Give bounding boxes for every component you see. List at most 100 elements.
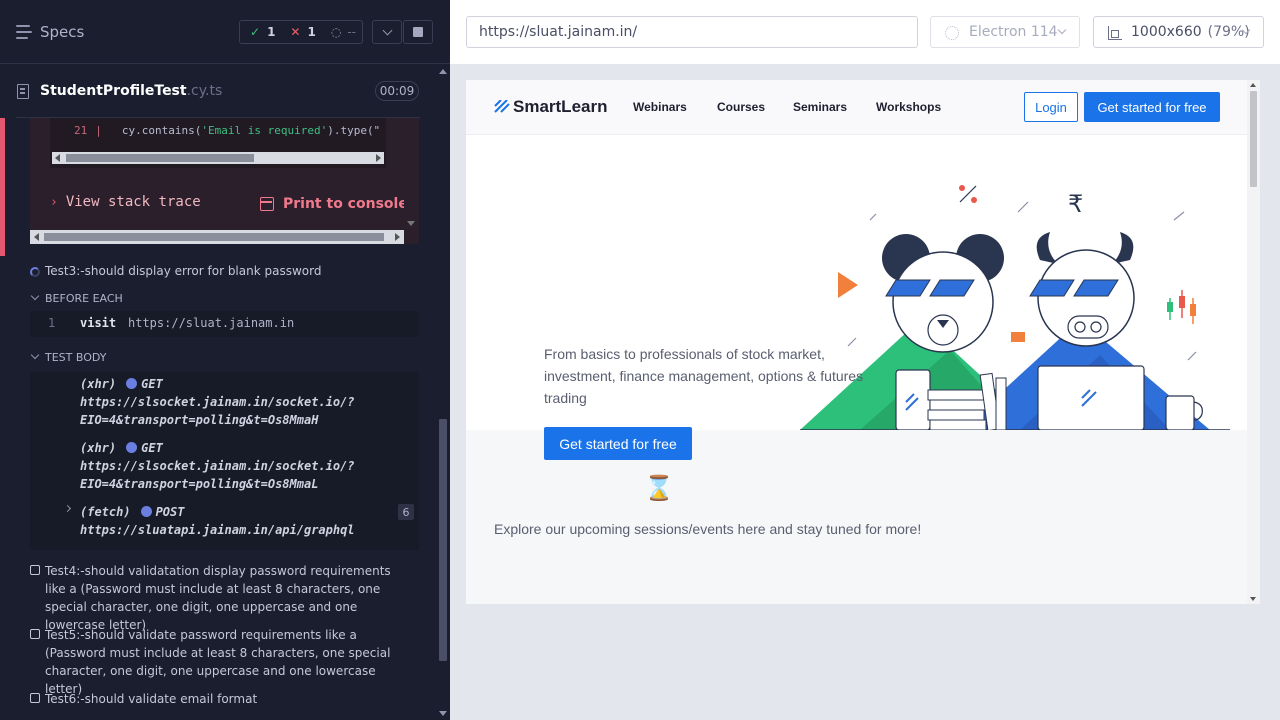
failed-test-indicator <box>0 118 5 256</box>
passed-count: 1 <box>267 25 276 39</box>
svg-text:₹: ₹ <box>1068 190 1083 218</box>
spec-file-name[interactable]: StudentProfileTest.cy.ts <box>40 83 222 99</box>
runner-scrollbar[interactable] <box>436 64 450 720</box>
viewport-icon <box>1108 26 1122 40</box>
test3-title: Test3:-should display error for blank pa… <box>45 264 322 278</box>
hero-description: From basics to professionals of stock ma… <box>544 346 864 406</box>
request-row[interactable]: (fetch) POST https://sluatapi.jainam.in/a… <box>80 503 355 539</box>
viewport-selector[interactable]: 1000x660 (79%) <box>1093 16 1264 48</box>
request-method: GET <box>141 377 163 391</box>
file-icon <box>17 84 29 99</box>
request-url-query: EIO=4&transport=polling&t=Os8MmaL <box>80 477 319 491</box>
nav-workshops[interactable]: Workshops <box>876 100 941 114</box>
chevron-right-icon[interactable] <box>63 504 72 513</box>
request-status-dot <box>126 378 138 389</box>
browser-label: Electron 114 <box>969 24 1058 40</box>
nav-webinars[interactable]: Webinars <box>633 100 687 114</box>
pending-test-icon <box>30 629 40 639</box>
electron-icon <box>945 26 959 40</box>
print-to-console-button[interactable]: Print to console <box>260 196 408 212</box>
code-frame: 21 | cy.contains('Email is required').type… <box>50 118 386 168</box>
get-started-button[interactable]: Get started for free <box>1084 92 1220 122</box>
request-method: POST <box>155 505 185 519</box>
test-body-label: TEST BODY <box>45 351 107 364</box>
login-button[interactable]: Login <box>1024 92 1078 122</box>
browser-selector[interactable]: Electron 114 <box>930 16 1080 48</box>
error-horizontal-scrollbar[interactable] <box>30 230 404 244</box>
duration-badge: 00:09 <box>375 81 419 101</box>
request-url: https://slsocket.jainam.in/socket.io/? <box>80 459 355 473</box>
stop-button[interactable] <box>403 20 433 44</box>
code-prefix: cy.contains( <box>121 124 202 137</box>
error-panel: 21 | cy.contains('Email is required').type… <box>30 118 419 244</box>
explore-sessions-text: Explore our upcoming sessions/events her… <box>494 521 922 537</box>
stop-icon <box>413 27 423 37</box>
url-bar[interactable]: https://sluat.jainam.in/ <box>466 16 918 48</box>
nav-courses[interactable]: Courses <box>717 100 765 114</box>
test-title: Test4:-should validatation display passw… <box>45 564 391 632</box>
code-line-number: 21 <box>74 124 88 137</box>
pending-icon: ◌ <box>330 25 342 39</box>
command-row-visit[interactable]: 1 visit https://sluat.jainam.in <box>30 311 419 337</box>
code-line-sep: | <box>95 124 102 137</box>
aut-panel: https://sluat.jainam.in/ Electron 114 10… <box>450 0 1280 720</box>
viewport-size: 1000x660 <box>1131 24 1202 40</box>
nav-seminars[interactable]: Seminars <box>793 100 847 114</box>
request-type: (xhr) <box>80 441 117 455</box>
hourglass-icon: ⌛ <box>644 474 674 502</box>
code-string: 'Email is required' <box>201 124 328 137</box>
runner-header: Specs ✓ 1 ✕ 1 ◌ -- <box>0 0 450 64</box>
request-row[interactable]: (xhr) GET https://slsocket.jainam.in/sock… <box>80 375 355 429</box>
request-type: (fetch) <box>80 505 131 519</box>
command-value: https://sluat.jainam.in <box>128 316 295 330</box>
spec-file-header: StudentProfileTest.cy.ts 00:09 <box>16 66 420 118</box>
app-scrollbar[interactable] <box>1247 80 1260 604</box>
chevron-down-icon <box>382 25 392 35</box>
logo-icon <box>494 100 510 113</box>
chevron-down-icon <box>1057 25 1067 35</box>
console-icon <box>260 197 274 211</box>
view-stack-trace-button[interactable]: › View stack trace <box>50 194 201 210</box>
app-navbar: SmartLearn Webinars Courses Seminars Wor… <box>466 80 1247 135</box>
pending-test-icon <box>30 565 40 575</box>
app-frame: SmartLearn Webinars Courses Seminars Wor… <box>466 80 1260 604</box>
logo-text: SmartLearn <box>513 97 608 116</box>
request-url: https://sluatapi.jainam.in/api/graphql <box>80 523 355 537</box>
test-title: Test5:-should validate password requirem… <box>45 628 391 696</box>
specs-title[interactable]: Specs <box>40 23 84 41</box>
request-status-dot <box>126 442 138 453</box>
code-suffix: ).type(" <box>327 124 381 137</box>
collapse-button[interactable] <box>372 20 402 44</box>
pending-count: -- <box>347 25 356 39</box>
failed-count: 1 <box>307 25 316 39</box>
view-stack-trace-label: View stack trace <box>65 194 201 210</box>
pending-test-icon <box>30 693 40 703</box>
chevron-down-icon <box>30 291 40 301</box>
test-body-commands: (xhr) GET https://slsocket.jainam.in/sock… <box>30 372 419 550</box>
code-horizontal-scrollbar[interactable] <box>52 152 384 164</box>
request-count-badge: 6 <box>398 504 414 520</box>
test-stats: ✓ 1 ✕ 1 ◌ -- <box>239 20 363 44</box>
chevron-down-icon <box>30 350 40 360</box>
test-body-header[interactable]: TEST BODY <box>30 350 107 364</box>
request-type: (xhr) <box>80 377 117 391</box>
smartlearn-logo[interactable]: SmartLearn <box>494 97 607 117</box>
request-row[interactable]: (xhr) GET https://slsocket.jainam.in/sock… <box>80 439 355 493</box>
spec-file-basename: StudentProfileTest <box>40 83 187 99</box>
print-to-console-label: Print to console <box>283 196 408 212</box>
chevron-right-icon: › <box>50 195 58 210</box>
specs-list-icon[interactable] <box>16 25 32 39</box>
hero-get-started-button[interactable]: Get started for free <box>544 427 692 460</box>
failed-icon: ✕ <box>290 25 301 39</box>
runner-panel: Specs ✓ 1 ✕ 1 ◌ -- StudentProfileTest.cy… <box>0 0 450 720</box>
passed-icon: ✓ <box>250 25 261 39</box>
command-name: visit <box>80 316 117 330</box>
aut-header: https://sluat.jainam.in/ Electron 114 10… <box>450 0 1280 64</box>
request-status-dot <box>140 506 152 517</box>
request-url: https://slsocket.jainam.in/socket.io/? <box>80 395 355 409</box>
test-title: Test6:-should validate email format <box>45 692 258 706</box>
before-each-header[interactable]: BEFORE EACH <box>30 291 123 305</box>
running-spinner-icon <box>30 267 40 277</box>
error-vertical-scrollbar[interactable] <box>404 118 418 230</box>
spec-file-ext: .cy.ts <box>186 83 223 99</box>
